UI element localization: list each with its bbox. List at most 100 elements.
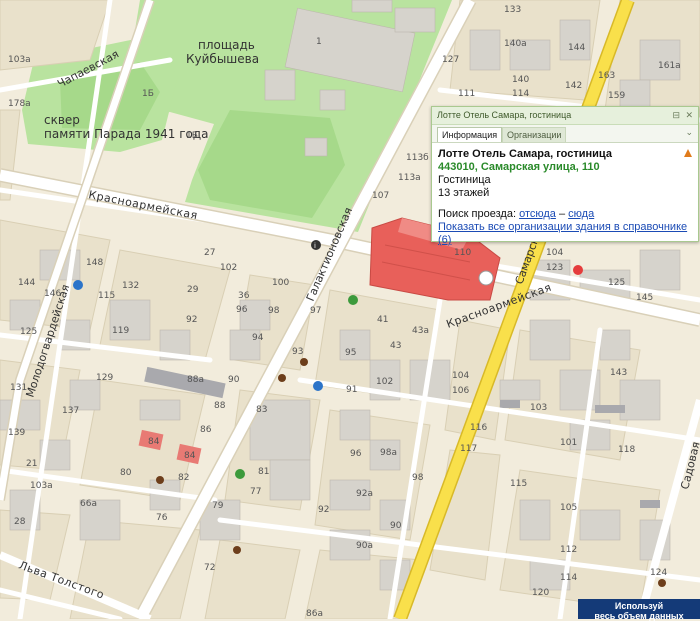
house-number-label: 161а — [658, 61, 681, 71]
house-number-label: 96 — [350, 449, 362, 459]
show-all-orgs-link[interactable]: Показать все организации здания в справо… — [438, 221, 687, 246]
tab-organizations[interactable]: Организации — [502, 127, 567, 142]
house-number-label: 1Б — [142, 89, 154, 99]
house-number-label: 163 — [598, 71, 615, 81]
drop-marker-icon[interactable] — [658, 579, 666, 587]
house-number-label: 92а — [356, 489, 373, 499]
object-info-popup[interactable]: Лотте Отель Самара, гостиница ⊟ ✕ Информ… — [431, 106, 699, 246]
house-number-label: 111 — [458, 89, 475, 99]
house-number-label: 100 — [272, 278, 289, 288]
house-number-label: 84 — [184, 451, 196, 461]
popup-title-bar[interactable]: Лотте Отель Самара, гостиница ⊟ ✕ — [432, 107, 698, 125]
route-from-link[interactable]: отсюда — [519, 208, 556, 220]
house-number-label: 118 — [618, 445, 635, 455]
house-number-label: 98 — [268, 306, 280, 316]
house-number-label: 90 — [390, 521, 402, 531]
house-number-label: 36 — [238, 291, 250, 301]
house-number-label: 103 — [530, 403, 547, 413]
label-park-line2: памяти Парада 1941 года — [44, 127, 209, 141]
house-number-label: 137 — [62, 406, 79, 416]
drop-marker-icon[interactable] — [233, 546, 241, 554]
warning-icon[interactable] — [684, 149, 692, 157]
house-number-label: 41 — [377, 315, 388, 325]
house-number-label: 103а — [30, 481, 53, 491]
house-number-label: 114 — [560, 573, 577, 583]
svg-text:i: i — [314, 242, 316, 250]
promo-banner[interactable]: Используй весь объем данных — [578, 599, 700, 621]
house-number-label: 93 — [292, 347, 303, 357]
house-number-label: 98 — [412, 473, 424, 483]
house-number-label: 77 — [250, 487, 261, 497]
house-number-label: 91 — [346, 385, 357, 395]
info-marker-icon[interactable] — [311, 240, 321, 250]
house-number-label: 132 — [122, 281, 139, 291]
house-number-label: 88а — [187, 375, 204, 385]
label-square-line1: площадь — [198, 38, 255, 52]
house-number-label: 98а — [380, 448, 397, 458]
house-number-label: 86 — [200, 425, 212, 435]
house-number-label: 43 — [390, 341, 401, 351]
house-number-label: 94 — [252, 333, 264, 343]
house-number-label: 101 — [560, 438, 577, 448]
map-canvas[interactable]: площадь Куйбышева сквер памяти Парада 19… — [0, 0, 700, 619]
tab-information[interactable]: Информация — [437, 127, 503, 142]
house-number-label: 86а — [306, 609, 323, 619]
house-number-label: 82 — [178, 473, 189, 483]
house-number-label: 140 — [512, 75, 529, 85]
house-number-label: 97 — [310, 306, 321, 316]
drop-marker-icon[interactable] — [278, 374, 286, 382]
house-number-label: 1 — [316, 37, 322, 47]
house-number-label: 106 — [452, 386, 469, 396]
close-icon[interactable]: ✕ — [685, 107, 693, 124]
hotel-marker-icon[interactable] — [478, 270, 494, 286]
house-number-label: 115 — [510, 479, 527, 489]
house-number-label: 95 — [345, 348, 356, 358]
house-number-label: 127 — [442, 55, 459, 65]
route-dash: – — [558, 208, 566, 220]
scroll-arrow-icon[interactable]: ⌄ — [685, 127, 693, 138]
house-number-label: 113а — [398, 173, 421, 183]
house-number-label: 145 — [636, 293, 653, 303]
water-marker-icon[interactable] — [313, 381, 323, 391]
house-number-label: 92 — [186, 315, 197, 325]
minimize-icon[interactable]: ⊟ — [672, 107, 680, 124]
route-row: Поиск проезда: отсюда – сюда — [438, 208, 692, 221]
banner-line2: весь объем данных — [594, 611, 684, 621]
house-number-label: 142 — [565, 81, 582, 91]
route-to-link[interactable]: сюда — [568, 208, 594, 220]
popup-window-title: Лотте Отель Самара, гостиница — [437, 110, 572, 120]
house-number-label: 113б — [406, 153, 429, 163]
drop-marker-icon[interactable] — [300, 358, 308, 366]
house-number-label: 105 — [560, 503, 577, 513]
house-number-label: 112 — [560, 545, 577, 555]
house-number-label: 115 — [98, 291, 115, 301]
house-number-label: 123 — [546, 263, 563, 273]
popup-body: Лотте Отель Самара, гостиница 443010, Са… — [432, 143, 698, 252]
hotel-floors: 13 этажей — [438, 187, 490, 199]
hospital-marker-icon[interactable] — [573, 265, 583, 275]
house-number-label: 129 — [96, 373, 113, 383]
route-label: Поиск проезда: — [438, 208, 516, 220]
house-number-label: 83 — [256, 405, 267, 415]
house-number-label: 124 — [650, 568, 667, 578]
fountain-icon[interactable] — [235, 469, 245, 479]
house-number-label: 96 — [236, 305, 248, 315]
drop-marker-icon[interactable] — [156, 476, 164, 484]
house-number-label: 125 — [608, 278, 625, 288]
house-number-label: 21 — [26, 459, 37, 469]
house-number-label: 1Б — [186, 131, 198, 141]
house-number-label: 88 — [214, 401, 226, 411]
water-marker-icon[interactable] — [73, 280, 83, 290]
house-number-label: 90 — [228, 375, 240, 385]
house-number-label: 125 — [20, 327, 37, 337]
house-number-label: 92 — [318, 505, 329, 515]
bus-stop-icon[interactable] — [348, 295, 358, 305]
house-number-label: 66а — [80, 499, 97, 509]
house-number-label: 102 — [220, 263, 237, 273]
house-number-label: 81 — [258, 467, 269, 477]
label-park-line1: сквер — [44, 113, 80, 127]
house-number-label: 103а — [8, 55, 31, 65]
house-number-label: 148 — [86, 258, 103, 268]
house-number-label: 84 — [148, 437, 160, 447]
house-number-label: 28 — [14, 517, 26, 527]
